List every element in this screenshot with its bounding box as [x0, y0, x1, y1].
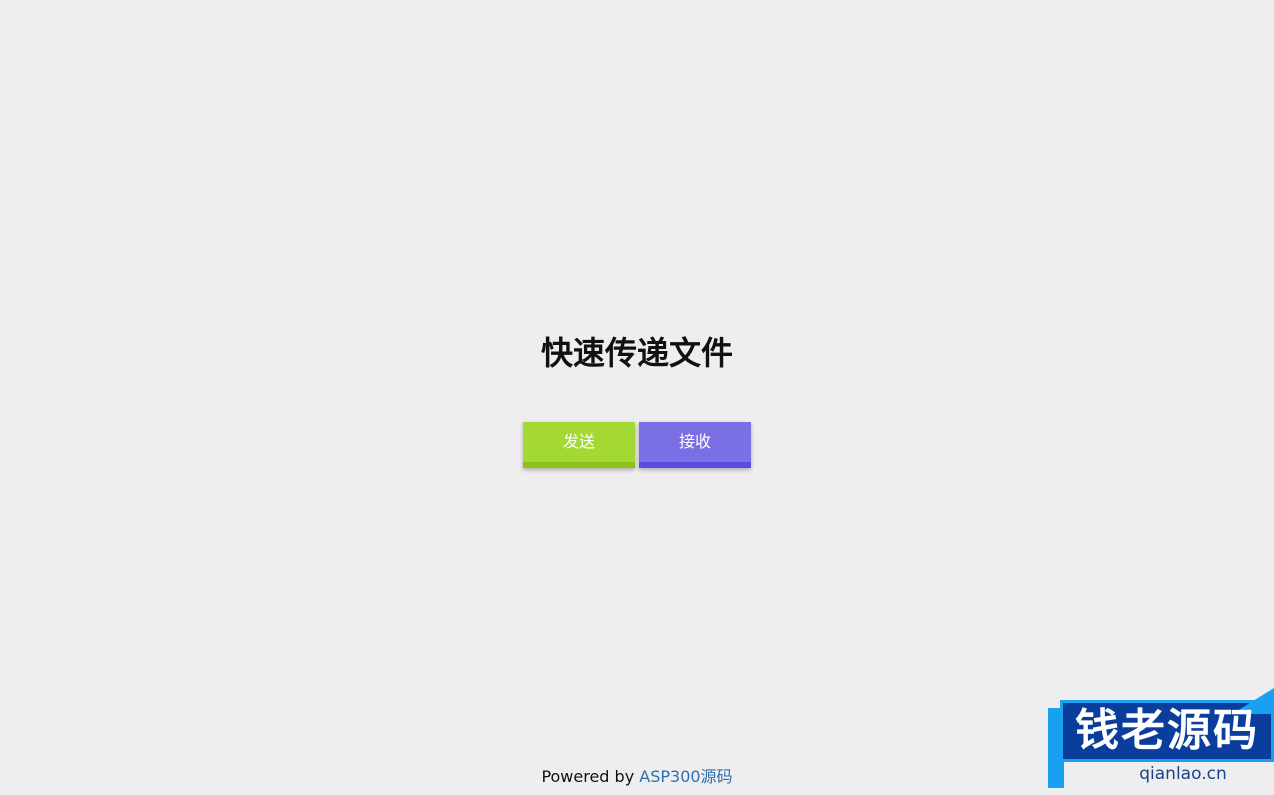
- footer-powered-by: Powered by: [541, 767, 640, 786]
- footer-link[interactable]: ASP300源码: [639, 767, 732, 786]
- send-button[interactable]: 发送: [523, 422, 635, 468]
- page-title: 快速传递文件: [540, 334, 733, 372]
- watermark-subtext: qianlao.cn: [1139, 764, 1227, 784]
- watermark-logo: 钱老源码 qianlao.cn: [1048, 688, 1274, 795]
- watermark-text: 钱老源码: [1075, 705, 1259, 756]
- receive-button[interactable]: 接收: [639, 422, 751, 468]
